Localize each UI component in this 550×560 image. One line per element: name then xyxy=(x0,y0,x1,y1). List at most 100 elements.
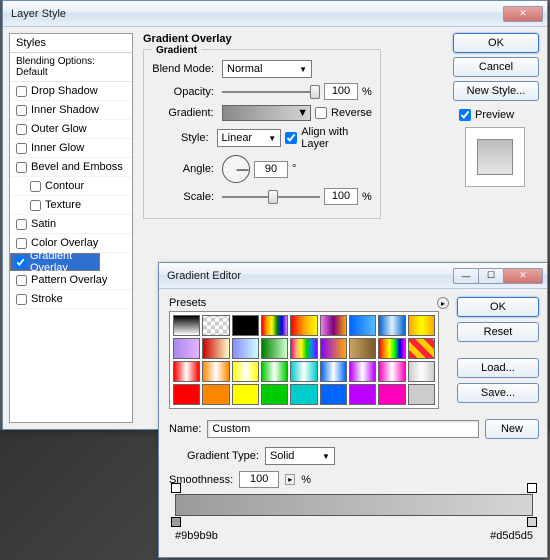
color-stop-right[interactable] xyxy=(527,517,537,527)
style-item[interactable]: Contour xyxy=(10,177,132,196)
reverse-label: Reverse xyxy=(331,107,372,119)
style-item[interactable]: Texture xyxy=(10,196,132,215)
preset-swatch[interactable] xyxy=(173,315,200,336)
ok-button[interactable]: OK xyxy=(457,297,539,317)
style-select[interactable]: Linear▼ xyxy=(217,129,282,147)
preset-swatch[interactable] xyxy=(320,384,347,405)
preset-swatch[interactable] xyxy=(261,315,288,336)
color-stop-left[interactable] xyxy=(171,517,181,527)
close-icon[interactable]: ✕ xyxy=(503,6,543,22)
preset-swatch[interactable] xyxy=(378,384,405,405)
style-checkbox[interactable] xyxy=(15,257,26,268)
preset-swatch[interactable] xyxy=(173,361,200,382)
reverse-checkbox[interactable] xyxy=(315,107,327,119)
style-item[interactable]: Stroke xyxy=(10,290,132,309)
chevron-right-icon[interactable]: ▸ xyxy=(285,474,295,485)
style-item[interactable]: Outer Glow xyxy=(10,120,132,139)
preset-swatch[interactable] xyxy=(378,361,405,382)
scale-slider[interactable] xyxy=(222,190,320,204)
style-item[interactable]: Pattern Overlay xyxy=(10,271,132,290)
name-input[interactable] xyxy=(207,420,479,438)
preset-swatch[interactable] xyxy=(202,338,229,359)
preset-swatch[interactable] xyxy=(173,338,200,359)
preset-swatch[interactable] xyxy=(290,315,317,336)
preset-swatch[interactable] xyxy=(232,315,259,336)
preset-swatch[interactable] xyxy=(261,338,288,359)
cancel-button[interactable]: Cancel xyxy=(453,57,539,77)
style-checkbox[interactable] xyxy=(16,219,27,230)
preset-swatch[interactable] xyxy=(202,384,229,405)
preset-swatch[interactable] xyxy=(349,315,376,336)
style-item[interactable]: Drop Shadow xyxy=(10,82,132,101)
style-item[interactable]: Inner Glow xyxy=(10,139,132,158)
preset-swatch[interactable] xyxy=(290,384,317,405)
reset-button[interactable]: Reset xyxy=(457,322,539,342)
preset-swatch[interactable] xyxy=(290,361,317,382)
gradient-band[interactable] xyxy=(175,494,533,516)
angle-label: Angle: xyxy=(152,163,214,175)
preset-swatch[interactable] xyxy=(173,384,200,405)
style-checkbox[interactable] xyxy=(16,105,27,116)
titlebar[interactable]: Gradient Editor — ☐ ✕ xyxy=(159,263,547,289)
preset-swatch[interactable] xyxy=(261,361,288,382)
preset-swatch[interactable] xyxy=(378,315,405,336)
angle-dial[interactable] xyxy=(222,155,250,183)
preset-swatch[interactable] xyxy=(290,338,317,359)
preset-swatch[interactable] xyxy=(349,338,376,359)
save-button[interactable]: Save... xyxy=(457,383,539,403)
style-checkbox[interactable] xyxy=(16,294,27,305)
preset-swatch[interactable] xyxy=(320,315,347,336)
opacity-value[interactable]: 100 xyxy=(324,83,358,100)
opacity-stop-right[interactable] xyxy=(527,483,537,493)
maximize-icon[interactable]: ☐ xyxy=(478,268,504,284)
blending-options[interactable]: Blending Options: Default xyxy=(10,53,132,82)
ok-button[interactable]: OK xyxy=(453,33,539,53)
titlebar[interactable]: Layer Style ✕ xyxy=(3,1,547,27)
style-item[interactable]: Bevel and Emboss xyxy=(10,158,132,177)
style-item[interactable]: Gradient Overlay xyxy=(10,253,100,271)
preset-swatch[interactable] xyxy=(408,338,435,359)
load-button[interactable]: Load... xyxy=(457,358,539,378)
style-checkbox[interactable] xyxy=(16,275,27,286)
scale-value[interactable]: 100 xyxy=(324,188,358,205)
opacity-slider[interactable] xyxy=(222,85,320,99)
style-checkbox[interactable] xyxy=(30,200,41,211)
preset-swatch[interactable] xyxy=(408,384,435,405)
opacity-label: Opacity: xyxy=(152,86,214,98)
style-checkbox[interactable] xyxy=(16,124,27,135)
blend-mode-select[interactable]: Normal▼ xyxy=(222,60,312,78)
preset-swatch[interactable] xyxy=(349,384,376,405)
preset-swatch[interactable] xyxy=(408,315,435,336)
preview-checkbox[interactable] xyxy=(459,109,471,121)
preset-swatch[interactable] xyxy=(261,384,288,405)
opacity-stop-left[interactable] xyxy=(171,483,181,493)
gradient-picker[interactable]: ▼ xyxy=(222,105,311,121)
preset-swatch[interactable] xyxy=(378,338,405,359)
preset-swatch[interactable] xyxy=(349,361,376,382)
gradient-type-select[interactable]: Solid▼ xyxy=(265,447,335,465)
style-item[interactable]: Satin xyxy=(10,215,132,234)
close-icon[interactable]: ✕ xyxy=(503,268,543,284)
align-checkbox[interactable] xyxy=(285,132,297,144)
style-checkbox[interactable] xyxy=(16,238,27,249)
style-checkbox[interactable] xyxy=(16,162,27,173)
angle-value[interactable]: 90 xyxy=(254,161,288,178)
minimize-icon[interactable]: — xyxy=(453,268,479,284)
presets-menu-icon[interactable]: ▸ xyxy=(437,297,449,309)
preset-swatch[interactable] xyxy=(202,315,229,336)
preset-swatch[interactable] xyxy=(232,384,259,405)
new-button[interactable]: New xyxy=(485,419,539,439)
styles-header[interactable]: Styles xyxy=(10,34,132,53)
preset-swatch[interactable] xyxy=(320,338,347,359)
preset-swatch[interactable] xyxy=(232,361,259,382)
new-style-button[interactable]: New Style... xyxy=(453,81,539,101)
preset-swatch[interactable] xyxy=(408,361,435,382)
style-item[interactable]: Inner Shadow xyxy=(10,101,132,120)
style-checkbox[interactable] xyxy=(30,181,41,192)
preset-swatch[interactable] xyxy=(232,338,259,359)
preset-swatch[interactable] xyxy=(202,361,229,382)
preset-swatch[interactable] xyxy=(320,361,347,382)
smoothness-value[interactable]: 100 xyxy=(239,471,279,488)
style-checkbox[interactable] xyxy=(16,143,27,154)
style-checkbox[interactable] xyxy=(16,86,27,97)
